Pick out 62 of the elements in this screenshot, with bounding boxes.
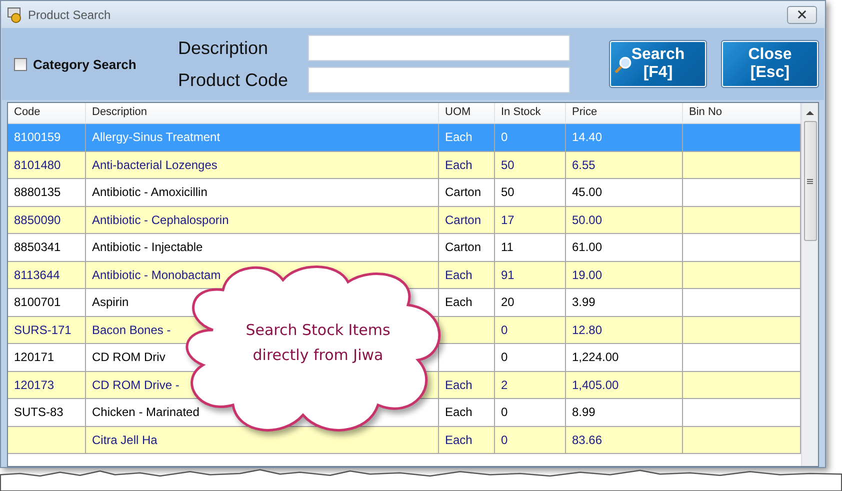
table-cell: Antibiotic - Amoxicillin [92,185,208,200]
table-cell: 120171 [14,350,54,364]
table-cell: 2 [501,378,508,392]
table-cell: 8850090 [14,212,61,227]
field-label: Product Code [178,70,290,90]
table-cell: 61.00 [572,240,602,254]
table-cell: Each [445,158,472,172]
table-cell: 1,224.00 [572,350,619,364]
table-cell: 8113644 [14,268,60,282]
table-cell: 19.00 [572,268,602,282]
table-cell: 8100701 [14,295,61,310]
table-cell: Each [445,130,472,144]
table-cell: 20 [501,295,514,310]
table-cell: Antibiotic - Injectable [92,240,203,254]
table-cell: 3.99 [572,295,596,310]
table-cell: 1,405.00 [572,378,619,392]
table-cell: 0 [501,322,508,337]
table-cell: 12.80 [572,322,602,337]
table-cell: Each [445,405,472,420]
table-cell: Each [445,295,472,310]
table-cell: Each [445,432,472,447]
table-cell: 120173 [14,378,54,392]
table-cell: Antibiotic - Monobactam [92,268,221,282]
table-cell: 91 [501,268,514,282]
table-cell: 50.00 [572,212,602,227]
table-cell: Bacon Bones - [92,322,171,337]
table-cell: Carton [445,185,482,200]
table-cell: 11 [501,240,514,254]
table-cell: 50 [501,158,514,172]
table-cell: 8100159 [14,130,61,144]
field-label: Description [178,38,270,58]
table-cell: Chicken - Marinated [92,405,200,420]
table-cell: 83.66 [572,432,602,447]
table-cell: 17 [501,212,514,227]
table-cell: 14.40 [572,130,602,144]
table-cell: 50 [501,185,514,200]
table-cell: CD ROM Driv [92,350,166,364]
table-cell: SUTS-83 [14,405,64,420]
table-cell: 6.55 [572,158,596,172]
table-cell: 0 [501,350,508,364]
table-cell: Citra Jell Ha [92,432,158,447]
table-cell: 8.99 [572,405,596,420]
table-cell: 8850341 [14,240,61,254]
table-cell: Anti-bacterial Lozenges [92,158,218,172]
table-cell: 45.00 [572,185,602,200]
table-cell: 0 [501,405,508,420]
table-cell: 8880135 [14,185,61,200]
table-cell: Carton [445,240,482,254]
table-cell: SURS-171 [14,322,72,337]
table-cell: 0 [501,432,508,447]
table-cell: Allergy-Sinus Treatment [92,130,220,144]
table-cell: Carton [445,212,482,227]
callout-text: Search Stock Items directly from Jiwa [244,320,392,366]
table-cell: Each [445,268,472,282]
table-cell: 8101480 [14,158,61,172]
table-cell: Aspirin [92,295,129,310]
table-cell: 0 [501,130,508,144]
table-cell: CD ROM Drive - [92,378,180,392]
table-cell: Antibiotic - Cephalosporin [92,212,229,227]
checkbox-label: Category Search [33,56,136,72]
window-title: Product Search [28,8,112,22]
table-cell: Each [445,378,472,392]
